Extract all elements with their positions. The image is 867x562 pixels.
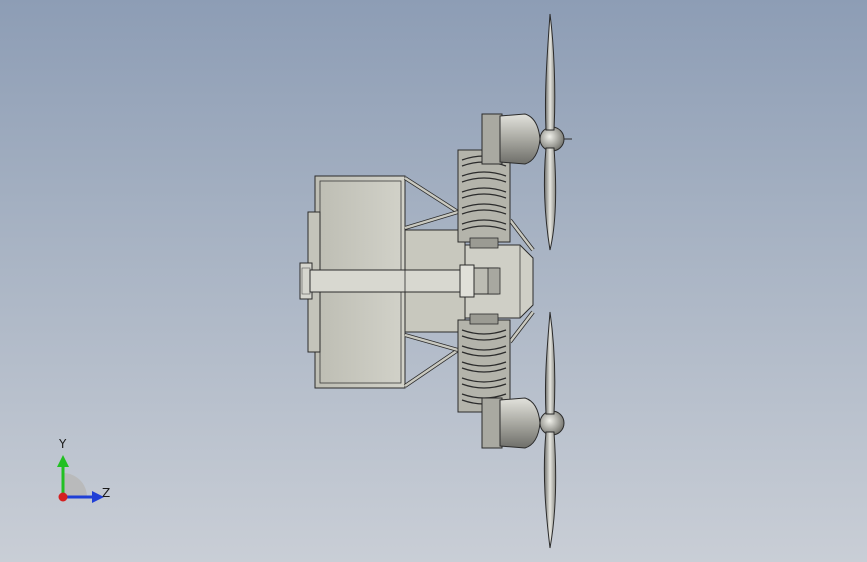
assembly-model[interactable]	[0, 0, 867, 562]
upper-tilt-mechanism[interactable]	[457, 149, 511, 249]
y-axis-arrow	[57, 455, 69, 467]
y-axis-label: Y	[59, 437, 67, 451]
lower-tilt-mechanism[interactable]	[457, 313, 511, 413]
z-axis-label: Z	[102, 486, 111, 500]
graphics-viewport[interactable]: Y Z	[0, 0, 867, 562]
main-shaft[interactable]	[309, 264, 501, 298]
upper-motor[interactable]	[481, 113, 572, 165]
orientation-triad: Y Z	[40, 435, 130, 515]
triad-plane	[63, 473, 87, 497]
triad-graphic	[57, 455, 104, 503]
x-axis-dot	[58, 492, 68, 502]
